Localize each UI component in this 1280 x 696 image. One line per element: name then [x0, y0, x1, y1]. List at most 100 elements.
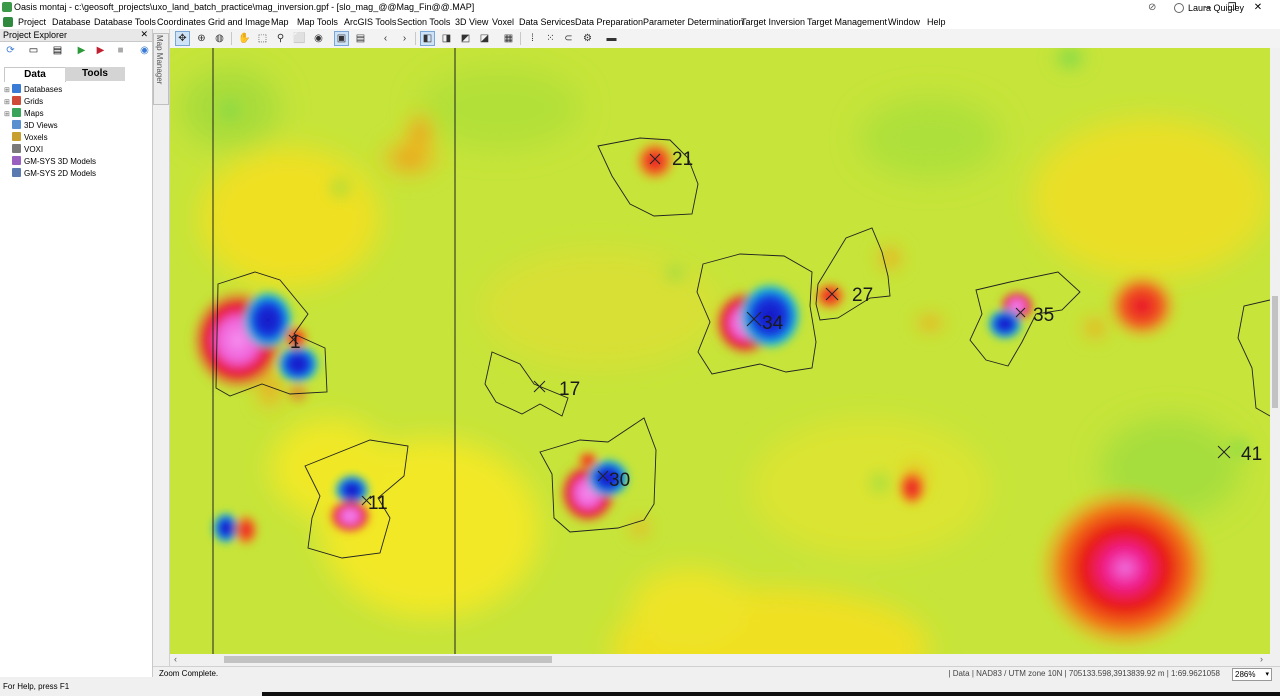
folder-icon	[12, 84, 21, 93]
tree-item-label: GM-SYS 3D Models	[24, 157, 97, 166]
tree-item-3d-views[interactable]: 3D Views	[4, 120, 58, 132]
zoom-level-value: 286%	[1235, 670, 1256, 679]
menu-section-tools[interactable]: Section Tools	[397, 17, 450, 27]
layer-refresh-icon[interactable]: ▤	[353, 31, 368, 46]
map-view[interactable]: 1 11 17 21 27 30 34 35 41	[170, 48, 1270, 654]
target-label-1: 1	[290, 332, 301, 353]
settings-gear-icon[interactable]: ⚙	[580, 31, 595, 46]
help-icon[interactable]: ◉	[137, 43, 152, 58]
menu-project[interactable]: Project	[18, 17, 46, 27]
menu-3d-view[interactable]: 3D View	[455, 17, 488, 27]
no-connection-icon[interactable]: ⊘	[1148, 2, 1156, 13]
scroll-right-icon[interactable]: ›	[1260, 654, 1263, 664]
link-icon[interactable]: ⊂	[561, 31, 576, 46]
pan-hand-icon[interactable]: ✋	[237, 31, 252, 46]
zoom-icon[interactable]: ⚲	[273, 31, 288, 46]
open-folder-icon[interactable]: ▭	[26, 43, 41, 58]
zoom-extent-icon[interactable]: ⬜	[292, 31, 307, 46]
menu-target-management[interactable]: Target Management	[807, 17, 887, 27]
close-panel-icon[interactable]: ✕	[140, 29, 148, 40]
toolbar-separator	[231, 32, 232, 45]
run-script-icon[interactable]: ▶	[93, 43, 108, 58]
menu-data-preparation[interactable]: Data Preparation	[575, 17, 643, 27]
vertical-scroll-thumb[interactable]	[1272, 296, 1278, 408]
minimize-icon: –	[1205, 2, 1211, 13]
tree-item-maps[interactable]: ⊞ Maps	[4, 108, 44, 120]
back-arrow-icon[interactable]: ‹	[378, 31, 393, 46]
minimize-button[interactable]: –	[1196, 0, 1220, 15]
tree-item-gm-sys-2d-models[interactable]: GM-SYS 2D Models	[4, 168, 96, 180]
title-bar: Oasis montaj - c:\geosoft_projects\uxo_l…	[0, 0, 1280, 15]
target-label-34: 34	[762, 313, 784, 334]
tree-item-label: GM-SYS 2D Models	[24, 169, 97, 178]
map-toolbar: ✥ ⊕ ◍ ✋ ⬚ ⚲ ⬜ ◉ ▣ ▤ ‹ › ◧ ◨ ◩ ◪ ▦ ⁞ ⁙ ⊂ …	[0, 29, 1280, 49]
folder-icon	[12, 120, 21, 129]
menu-parameter-determination[interactable]: Parameter Determination	[643, 17, 744, 27]
target-label-11: 11	[368, 493, 388, 514]
folder-icon	[12, 156, 21, 165]
grid-dots-icon[interactable]: ⁙	[543, 31, 558, 46]
coordinate-readout: | Data | NAD83 / UTM zone 10N | 705133.5…	[948, 669, 1220, 678]
menu-arcgis-tools[interactable]: ArcGIS Tools	[344, 17, 396, 27]
refresh-icon[interactable]: ⟳	[3, 43, 18, 58]
folder-icon	[12, 96, 21, 105]
scroll-left-icon[interactable]: ‹	[174, 654, 177, 664]
tab-data[interactable]: Data	[4, 67, 66, 82]
layer-view-icon[interactable]: ▣	[334, 31, 349, 46]
map-group-4-icon[interactable]: ◪	[477, 31, 492, 46]
menu-window[interactable]: Window	[888, 17, 920, 27]
tree-item-voxels[interactable]: Voxels	[4, 132, 48, 144]
menu-grid-and-image[interactable]: Grid and Image	[208, 17, 270, 27]
menu-bar: Project Database Database Tools Coordina…	[0, 15, 1280, 29]
stop-icon[interactable]: ■	[113, 43, 128, 58]
tree-item-gm-sys-3d-models[interactable]: GM-SYS 3D Models	[4, 156, 96, 168]
tree-item-databases[interactable]: ⊞ Databases	[4, 84, 62, 96]
menu-data-services[interactable]: Data Services	[519, 17, 575, 27]
magnetic-anomaly-map[interactable]: 1 11 17 21 27 30 34 35 41	[170, 48, 1270, 654]
horizontal-scroll-thumb[interactable]	[224, 656, 552, 663]
zoom-level-select[interactable]: 286% ▾	[1232, 668, 1272, 681]
run-icon[interactable]: ▶	[74, 43, 89, 58]
project-explorer-title: Project Explorer	[3, 30, 68, 40]
close-button[interactable]: ✕	[1246, 0, 1270, 15]
project-explorer-panel: Project Explorer ✕ ⟳ ▭ ▤ ▶ ▶ ■ ◉ Data To…	[0, 29, 153, 677]
map-manager-strip[interactable]: Map Manager	[153, 29, 170, 677]
tree-item-label: Grids	[24, 97, 44, 106]
marker-icon[interactable]: ⁞	[525, 31, 540, 46]
map-group-3-icon[interactable]: ◩	[458, 31, 473, 46]
toolbar-separator	[415, 32, 416, 45]
target-label-27: 27	[852, 285, 873, 306]
menu-map[interactable]: Map	[271, 17, 289, 27]
tree-item-voxi[interactable]: VOXI	[4, 144, 43, 156]
select-tool-icon[interactable]: ✥	[175, 31, 190, 46]
chart-icon[interactable]: ▦	[501, 31, 516, 46]
menu-help[interactable]: Help	[927, 17, 946, 27]
menu-coordinates[interactable]: Coordinates	[157, 17, 206, 27]
forward-arrow-icon[interactable]: ›	[397, 31, 412, 46]
app-icon	[2, 2, 12, 12]
globe-icon[interactable]: ◉	[311, 31, 326, 46]
tab-tools[interactable]: Tools	[65, 67, 125, 81]
maximize-icon: ❐	[1227, 2, 1237, 13]
folder-icon	[12, 168, 21, 177]
menu-database[interactable]: Database	[52, 17, 91, 27]
user-icon	[1174, 3, 1184, 13]
map-group-icon[interactable]: ◧	[420, 31, 435, 46]
tree-item-label: 3D Views	[24, 121, 58, 130]
zoom-window-icon[interactable]: ⬚	[255, 31, 270, 46]
menu-voxel[interactable]: Voxel	[492, 17, 514, 27]
menu-database-tools[interactable]: Database Tools	[94, 17, 156, 27]
point-tool-icon[interactable]: ◍	[212, 31, 227, 46]
maximize-button[interactable]: ❐	[1220, 0, 1244, 15]
map-status-message: Zoom Complete.	[159, 669, 219, 678]
target-label-35: 35	[1033, 305, 1054, 326]
map-group-2-icon[interactable]: ◨	[439, 31, 454, 46]
properties-icon[interactable]: ▤	[50, 43, 65, 58]
menu-map-tools[interactable]: Map Tools	[297, 17, 338, 27]
print-icon[interactable]: ▬	[604, 31, 619, 46]
tree-item-grids[interactable]: ⊞ Grids	[4, 96, 43, 108]
target-tool-icon[interactable]: ⊕	[194, 31, 209, 46]
explorer-tabs: Data Tools	[0, 67, 152, 82]
map-manager-label: Map Manager	[155, 35, 164, 85]
menu-target-inversion[interactable]: Target Inversion	[741, 17, 805, 27]
